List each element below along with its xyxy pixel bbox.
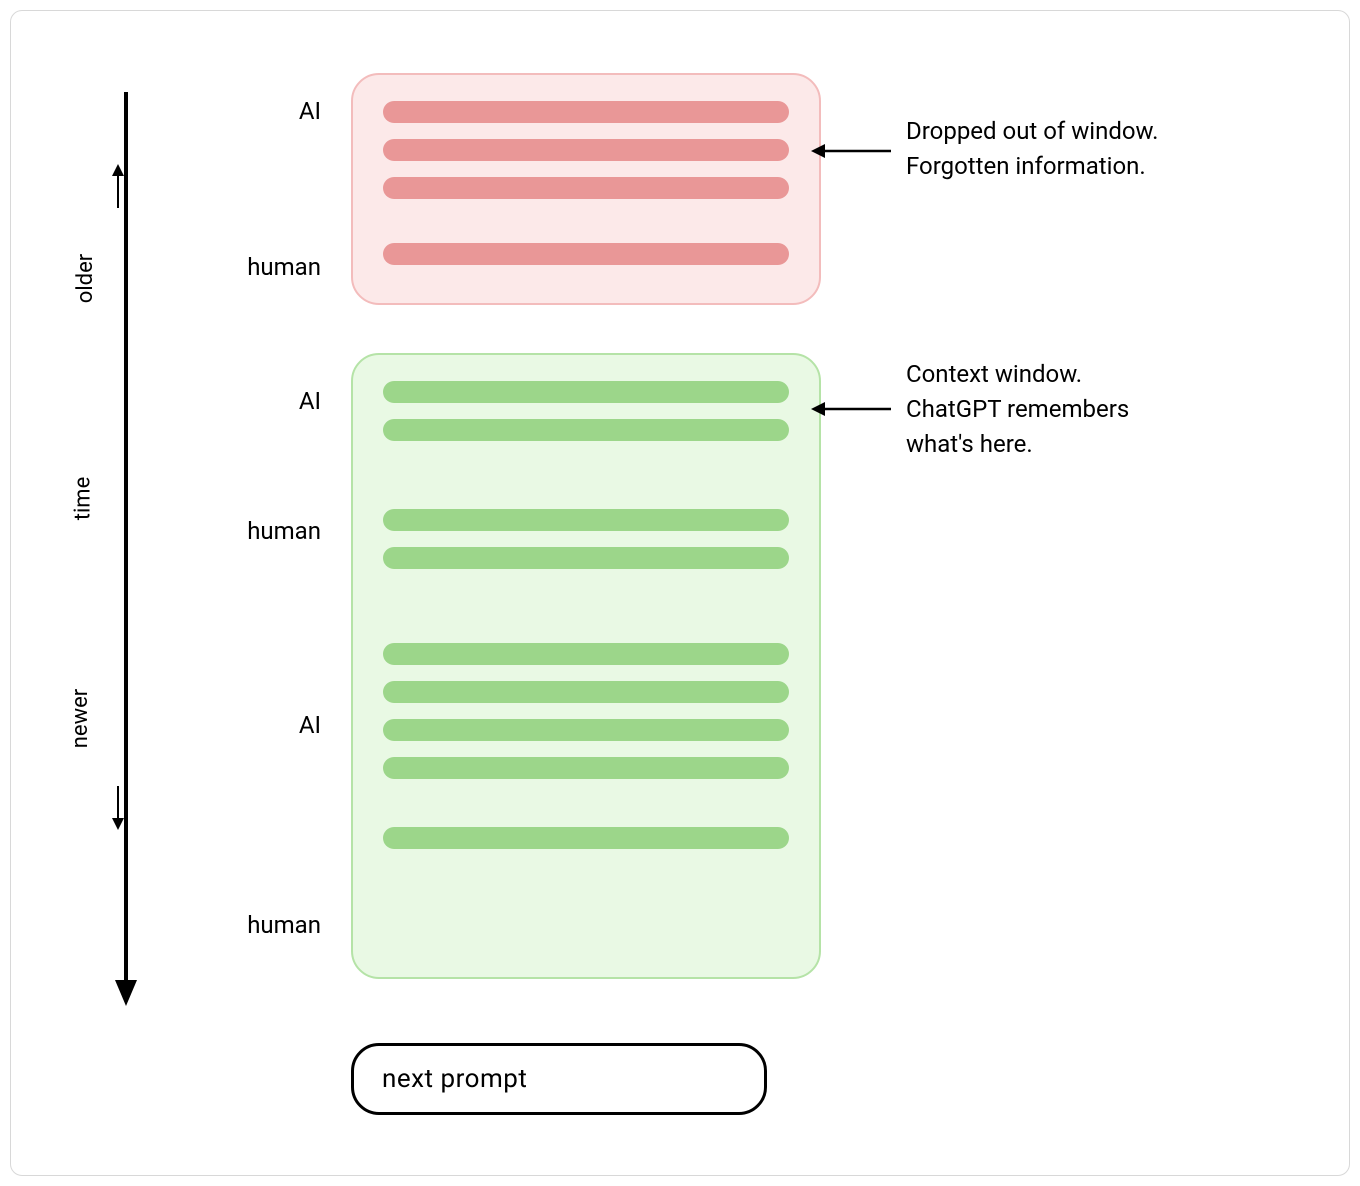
forgotten-panel xyxy=(351,73,821,305)
msg-bar xyxy=(383,509,789,531)
mini-arrow-up-icon xyxy=(111,164,125,208)
msg-bar xyxy=(383,719,789,741)
msg-group-human-2 xyxy=(383,509,789,569)
msg-bar xyxy=(383,243,789,265)
msg-group-ai-1 xyxy=(383,101,789,199)
timeline-axis: older time newer xyxy=(71,86,141,1006)
msg-bar xyxy=(383,757,789,779)
role-label-human: human xyxy=(191,253,321,281)
msg-bar xyxy=(383,139,789,161)
timeline-label-older: older xyxy=(73,254,98,303)
msg-bar xyxy=(383,681,789,703)
msg-bar xyxy=(383,177,789,199)
timeline-main-arrow xyxy=(111,86,141,1006)
msg-group-human-1 xyxy=(383,243,789,265)
annotation-context: Context window. ChatGPT remembers what's… xyxy=(906,357,1226,461)
role-label-ai: AI xyxy=(191,711,321,739)
role-label-ai: AI xyxy=(191,97,321,125)
msg-group-ai-2 xyxy=(383,381,789,441)
role-label-human: human xyxy=(191,911,321,939)
mini-arrow-down-icon xyxy=(111,786,125,830)
role-label-ai: AI xyxy=(191,387,321,415)
msg-bar xyxy=(383,547,789,569)
msg-group-human-3 xyxy=(383,827,789,849)
msg-bar xyxy=(383,643,789,665)
msg-bar xyxy=(383,101,789,123)
next-prompt-label: next prompt xyxy=(382,1064,527,1094)
msg-group-ai-3 xyxy=(383,643,789,779)
next-prompt-input[interactable]: next prompt xyxy=(351,1043,767,1115)
arrow-left-icon xyxy=(811,399,891,419)
msg-bar xyxy=(383,381,789,403)
timeline-label-newer: newer xyxy=(68,689,93,748)
context-panel xyxy=(351,353,821,979)
arrow-left-icon xyxy=(811,141,891,161)
diagram-canvas: older time newer AI human xyxy=(10,10,1350,1176)
timeline-label-time: time xyxy=(70,477,95,521)
annotation-dropped: Dropped out of window. Forgotten informa… xyxy=(906,114,1226,184)
msg-bar xyxy=(383,419,789,441)
role-label-human: human xyxy=(191,517,321,545)
msg-bar xyxy=(383,827,789,849)
